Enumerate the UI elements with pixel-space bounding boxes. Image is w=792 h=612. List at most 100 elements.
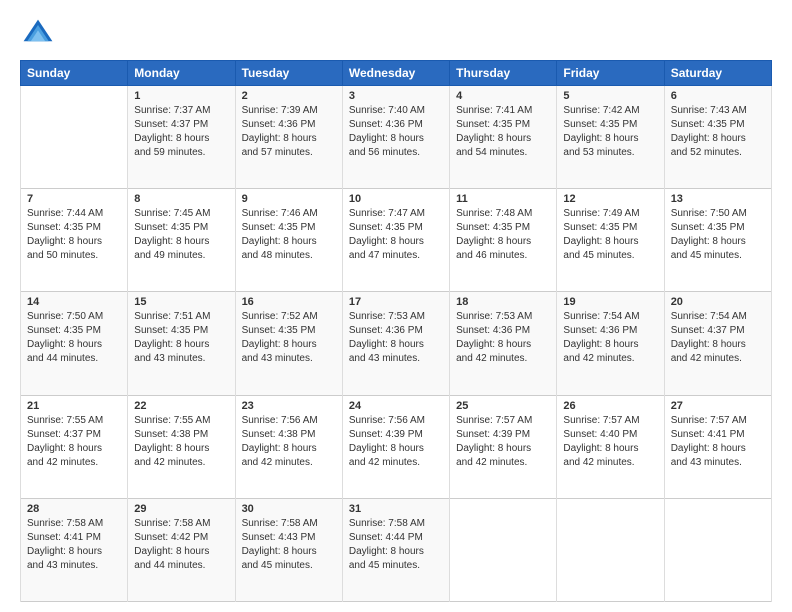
day-info: Sunrise: 7:37 AMSunset: 4:37 PMDaylight:… bbox=[134, 104, 228, 160]
day-info: Sunrise: 7:42 AMSunset: 4:35 PMDaylight:… bbox=[563, 104, 657, 160]
day-info: Sunrise: 7:51 AMSunset: 4:35 PMDaylight:… bbox=[134, 310, 228, 366]
day-info: Sunrise: 7:58 AMSunset: 4:41 PMDaylight:… bbox=[27, 517, 121, 573]
calendar-cell: 29 Sunrise: 7:58 AMSunset: 4:42 PMDayligh… bbox=[128, 498, 235, 601]
calendar-cell: 6 Sunrise: 7:43 AMSunset: 4:35 PMDaylight… bbox=[664, 86, 771, 189]
calendar-cell bbox=[450, 498, 557, 601]
day-number: 16 bbox=[242, 296, 336, 308]
main-container: SundayMondayTuesdayWednesdayThursdayFrid… bbox=[0, 0, 792, 612]
logo-icon bbox=[20, 16, 56, 52]
weekday-header-sunday: Sunday bbox=[21, 61, 128, 86]
calendar-cell: 4Sunrise: 7:41 AMSunset: 4:35 PMDaylight… bbox=[450, 86, 557, 189]
day-number: 12 bbox=[563, 193, 657, 205]
day-info: Sunrise: 7:49 AMSunset: 4:35 PMDaylight:… bbox=[563, 207, 657, 263]
day-number: 10 bbox=[349, 193, 443, 205]
day-number: 21 bbox=[27, 400, 121, 412]
calendar-cell: 1 Sunrise: 7:37 AMSunset: 4:37 PMDaylight… bbox=[128, 86, 235, 189]
weekday-header-tuesday: Tuesday bbox=[235, 61, 342, 86]
day-info: Sunrise: 7:56 AMSunset: 4:39 PMDaylight:… bbox=[349, 414, 443, 470]
day-number: 29 bbox=[134, 503, 228, 515]
calendar-cell: 14Sunrise: 7:50 AMSunset: 4:35 PMDayligh… bbox=[21, 292, 128, 395]
calendar-cell: 13 Sunrise: 7:50 AMSunset: 4:35 PMDayligh… bbox=[664, 189, 771, 292]
day-info: Sunrise: 7:52 AMSunset: 4:35 PMDaylight:… bbox=[242, 310, 336, 366]
day-info: Sunrise: 7:58 AMSunset: 4:43 PMDaylight:… bbox=[242, 517, 336, 573]
day-info: Sunrise: 7:53 AMSunset: 4:36 PMDaylight:… bbox=[456, 310, 550, 366]
day-number: 13 bbox=[671, 193, 765, 205]
day-info: Sunrise: 7:50 AMSunset: 4:35 PMDaylight:… bbox=[671, 207, 765, 263]
weekday-header-thursday: Thursday bbox=[450, 61, 557, 86]
calendar-cell: 18 Sunrise: 7:53 AMSunset: 4:36 PMDayligh… bbox=[450, 292, 557, 395]
calendar-cell: 23 Sunrise: 7:56 AMSunset: 4:38 PMDayligh… bbox=[235, 395, 342, 498]
calendar-cell: 15 Sunrise: 7:51 AMSunset: 4:35 PMDayligh… bbox=[128, 292, 235, 395]
week-row-1: 7 Sunrise: 7:44 AMSunset: 4:35 PMDaylight… bbox=[21, 189, 772, 292]
day-number: 22 bbox=[134, 400, 228, 412]
day-info: Sunrise: 7:55 AMSunset: 4:38 PMDaylight:… bbox=[134, 414, 228, 470]
day-number: 23 bbox=[242, 400, 336, 412]
day-number: 28 bbox=[27, 503, 121, 515]
weekday-header-saturday: Saturday bbox=[664, 61, 771, 86]
day-info: Sunrise: 7:43 AMSunset: 4:35 PMDaylight:… bbox=[671, 104, 765, 160]
week-row-4: 28 Sunrise: 7:58 AMSunset: 4:41 PMDayligh… bbox=[21, 498, 772, 601]
logo bbox=[20, 16, 60, 52]
day-number: 7 bbox=[27, 193, 121, 205]
calendar-cell: 2Sunrise: 7:39 AMSunset: 4:36 PMDaylight… bbox=[235, 86, 342, 189]
calendar-cell: 10 Sunrise: 7:47 AMSunset: 4:35 PMDayligh… bbox=[342, 189, 449, 292]
day-number: 1 bbox=[134, 90, 228, 102]
weekday-header-wednesday: Wednesday bbox=[342, 61, 449, 86]
calendar-cell: 30 Sunrise: 7:58 AMSunset: 4:43 PMDayligh… bbox=[235, 498, 342, 601]
calendar-cell: 8Sunrise: 7:45 AMSunset: 4:35 PMDaylight… bbox=[128, 189, 235, 292]
day-info: Sunrise: 7:56 AMSunset: 4:38 PMDaylight:… bbox=[242, 414, 336, 470]
day-info: Sunrise: 7:54 AMSunset: 4:37 PMDaylight:… bbox=[671, 310, 765, 366]
calendar-cell: 20 Sunrise: 7:54 AMSunset: 4:37 PMDayligh… bbox=[664, 292, 771, 395]
calendar-cell: 31Sunrise: 7:58 AMSunset: 4:44 PMDayligh… bbox=[342, 498, 449, 601]
calendar-cell bbox=[664, 498, 771, 601]
day-info: Sunrise: 7:44 AMSunset: 4:35 PMDaylight:… bbox=[27, 207, 121, 263]
day-number: 15 bbox=[134, 296, 228, 308]
day-number: 19 bbox=[563, 296, 657, 308]
day-number: 18 bbox=[456, 296, 550, 308]
day-number: 20 bbox=[671, 296, 765, 308]
day-number: 25 bbox=[456, 400, 550, 412]
day-info: Sunrise: 7:57 AMSunset: 4:41 PMDaylight:… bbox=[671, 414, 765, 470]
calendar-cell: 17Sunrise: 7:53 AMSunset: 4:36 PMDayligh… bbox=[342, 292, 449, 395]
day-number: 5 bbox=[563, 90, 657, 102]
day-number: 9 bbox=[242, 193, 336, 205]
day-info: Sunrise: 7:46 AMSunset: 4:35 PMDaylight:… bbox=[242, 207, 336, 263]
day-number: 3 bbox=[349, 90, 443, 102]
calendar-cell: 12 Sunrise: 7:49 AMSunset: 4:35 PMDayligh… bbox=[557, 189, 664, 292]
calendar-cell: 26Sunrise: 7:57 AMSunset: 4:40 PMDayligh… bbox=[557, 395, 664, 498]
day-number: 30 bbox=[242, 503, 336, 515]
day-number: 6 bbox=[671, 90, 765, 102]
day-info: Sunrise: 7:58 AMSunset: 4:44 PMDaylight:… bbox=[349, 517, 443, 573]
day-info: Sunrise: 7:55 AMSunset: 4:37 PMDaylight:… bbox=[27, 414, 121, 470]
calendar-cell: 22 Sunrise: 7:55 AMSunset: 4:38 PMDayligh… bbox=[128, 395, 235, 498]
day-info: Sunrise: 7:53 AMSunset: 4:36 PMDaylight:… bbox=[349, 310, 443, 366]
day-number: 11 bbox=[456, 193, 550, 205]
day-info: Sunrise: 7:39 AMSunset: 4:36 PMDaylight:… bbox=[242, 104, 336, 160]
day-number: 14 bbox=[27, 296, 121, 308]
day-info: Sunrise: 7:48 AMSunset: 4:35 PMDaylight:… bbox=[456, 207, 550, 263]
weekday-header-monday: Monday bbox=[128, 61, 235, 86]
day-info: Sunrise: 7:47 AMSunset: 4:35 PMDaylight:… bbox=[349, 207, 443, 263]
day-info: Sunrise: 7:57 AMSunset: 4:40 PMDaylight:… bbox=[563, 414, 657, 470]
day-info: Sunrise: 7:58 AMSunset: 4:42 PMDaylight:… bbox=[134, 517, 228, 573]
week-row-3: 21 Sunrise: 7:55 AMSunset: 4:37 PMDayligh… bbox=[21, 395, 772, 498]
week-row-2: 14Sunrise: 7:50 AMSunset: 4:35 PMDayligh… bbox=[21, 292, 772, 395]
calendar-cell: 9 Sunrise: 7:46 AMSunset: 4:35 PMDaylight… bbox=[235, 189, 342, 292]
header bbox=[20, 16, 772, 52]
calendar-cell: 11 Sunrise: 7:48 AMSunset: 4:35 PMDayligh… bbox=[450, 189, 557, 292]
day-info: Sunrise: 7:54 AMSunset: 4:36 PMDaylight:… bbox=[563, 310, 657, 366]
weekday-header-row: SundayMondayTuesdayWednesdayThursdayFrid… bbox=[21, 61, 772, 86]
calendar-cell: 27 Sunrise: 7:57 AMSunset: 4:41 PMDayligh… bbox=[664, 395, 771, 498]
calendar-cell: 3Sunrise: 7:40 AMSunset: 4:36 PMDaylight… bbox=[342, 86, 449, 189]
day-number: 27 bbox=[671, 400, 765, 412]
calendar-cell bbox=[21, 86, 128, 189]
calendar-cell: 21 Sunrise: 7:55 AMSunset: 4:37 PMDayligh… bbox=[21, 395, 128, 498]
day-number: 24 bbox=[349, 400, 443, 412]
calendar-cell: 16 Sunrise: 7:52 AMSunset: 4:35 PMDayligh… bbox=[235, 292, 342, 395]
calendar-cell: 28 Sunrise: 7:58 AMSunset: 4:41 PMDayligh… bbox=[21, 498, 128, 601]
calendar-cell bbox=[557, 498, 664, 601]
calendar-cell: 19 Sunrise: 7:54 AMSunset: 4:36 PMDayligh… bbox=[557, 292, 664, 395]
calendar-table: SundayMondayTuesdayWednesdayThursdayFrid… bbox=[20, 60, 772, 602]
day-info: Sunrise: 7:57 AMSunset: 4:39 PMDaylight:… bbox=[456, 414, 550, 470]
calendar-cell: 7 Sunrise: 7:44 AMSunset: 4:35 PMDaylight… bbox=[21, 189, 128, 292]
